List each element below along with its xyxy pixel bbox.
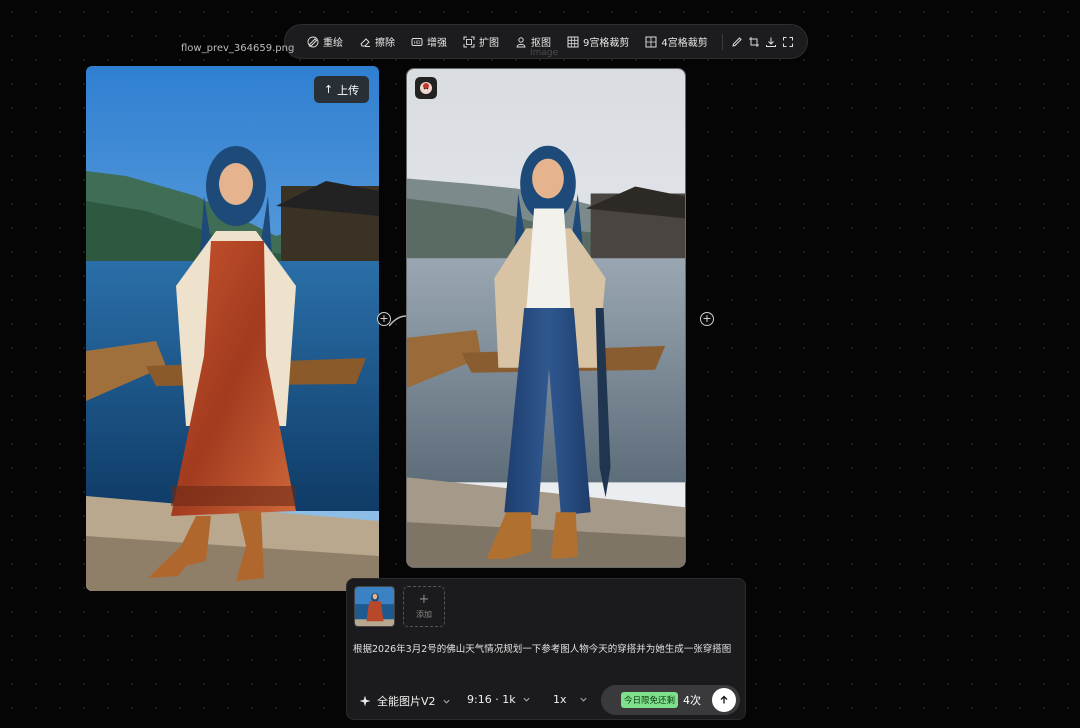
count-label: 1x (553, 693, 567, 706)
aspect-label: 9:16 · 1k (467, 693, 516, 706)
enhance-label: 增强 (427, 38, 447, 49)
free-quota-badge: 今日限免还剩 (621, 692, 679, 708)
toolbar-divider (721, 33, 723, 50)
grid4-crop-label: 4宫格裁剪 (661, 38, 708, 49)
count-select[interactable]: 1x (553, 693, 588, 706)
plus-icon: + (418, 592, 430, 607)
erase-label: 擦除 (375, 38, 395, 49)
source-image-card[interactable]: ↑ 上传 (86, 66, 379, 591)
erase-button[interactable]: 擦除 (351, 30, 403, 54)
grid4-crop-button[interactable]: 4宫格裁剪 (637, 30, 715, 54)
reference-photo (355, 587, 394, 626)
model-select[interactable]: 全能图片V2 (359, 693, 451, 709)
submit-button[interactable] (712, 688, 736, 712)
cutout-icon (516, 36, 526, 47)
source-photo (86, 66, 379, 591)
arrow-up-icon (720, 695, 728, 704)
model-label: 全能图片V2 (377, 695, 436, 708)
redraw-button[interactable]: 重绘 (299, 30, 351, 54)
grid9-crop-button[interactable]: 9宫格裁剪 (559, 30, 637, 54)
result-image-card[interactable] (406, 68, 686, 568)
add-image-button[interactable]: + 添加 (403, 586, 445, 627)
download-button[interactable] (763, 30, 780, 54)
svg-text:HD: HD (414, 40, 421, 46)
result-photo (407, 69, 685, 567)
add-connection-right-button[interactable]: + (700, 312, 714, 326)
hd-icon: HD (411, 37, 423, 46)
sparkle-icon (359, 695, 371, 707)
eraser-icon (360, 37, 370, 47)
prompt-panel: + 添加 根据2026年3月2号的佛山天气情况规划一下参考图人物今天的穿搭并为她… (346, 578, 746, 720)
result-node-label: Image (530, 48, 559, 58)
cutout-label: 抠图 (531, 38, 551, 49)
enhance-button[interactable]: HD 增强 (403, 30, 455, 54)
fullscreen-button[interactable] (780, 30, 797, 54)
download-icon (766, 37, 777, 47)
expand-button[interactable]: 扩图 (455, 30, 507, 54)
expand-label: 扩图 (479, 38, 499, 49)
upload-button[interactable]: ↑ 上传 (314, 76, 369, 103)
pencil-icon (732, 36, 742, 47)
chevron-down-icon (442, 699, 450, 704)
expand-icon (463, 36, 475, 47)
generate-group: 今日限免还剩 4次 (601, 685, 740, 715)
redraw-label: 重绘 (323, 38, 343, 49)
upload-label: 上传 (337, 83, 360, 97)
redraw-icon (307, 36, 319, 47)
grid4-icon (645, 36, 657, 47)
fullscreen-icon (783, 36, 794, 47)
crop-button[interactable] (746, 30, 763, 54)
edit-button[interactable] (728, 30, 745, 54)
prompt-text[interactable]: 根据2026年3月2号的佛山天气情况规划一下参考图人物今天的穿搭并为她生成一张穿… (353, 641, 741, 655)
model-avatar-badge (415, 77, 437, 99)
crop-icon (749, 36, 760, 47)
grid9-icon (567, 36, 579, 47)
reference-image-thumbnail[interactable] (354, 586, 395, 627)
grid9-crop-label: 9宫格裁剪 (583, 38, 630, 49)
remaining-count: 4次 (683, 694, 702, 707)
chevron-down-icon (522, 697, 530, 702)
aspect-ratio-select[interactable]: 9:16 · 1k (467, 693, 531, 706)
source-filename: flow_prev_364659.png (181, 43, 295, 54)
upload-arrow-icon: ↑ (323, 83, 334, 96)
add-image-label: 添加 (416, 610, 432, 619)
chevron-down-icon (579, 697, 587, 702)
avatar-icon (420, 82, 432, 94)
